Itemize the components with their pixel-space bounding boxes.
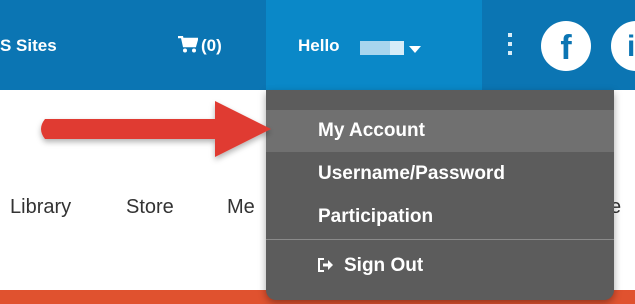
menu-item-my-account[interactable]: My Account bbox=[266, 110, 614, 152]
red-arrow-annotation bbox=[41, 101, 271, 157]
nav-item-me[interactable]: Me bbox=[227, 196, 255, 219]
menu-item-participation[interactable]: Participation bbox=[266, 196, 614, 238]
sign-out-icon bbox=[318, 258, 333, 272]
redacted-username bbox=[360, 41, 404, 55]
menu-divider bbox=[266, 239, 614, 240]
menu-item-username-password[interactable]: Username/Password bbox=[266, 153, 614, 195]
nav-item-store[interactable]: Store bbox=[126, 196, 174, 219]
kebab-menu-icon[interactable] bbox=[508, 33, 512, 60]
nav-item-library[interactable]: Library bbox=[10, 196, 71, 219]
user-account-menu-toggle[interactable]: Hello bbox=[266, 0, 482, 90]
account-dropdown-menu: My Account Username/Password Participati… bbox=[266, 90, 614, 300]
facebook-icon[interactable]: f bbox=[541, 21, 591, 71]
sign-out-label: Sign Out bbox=[344, 255, 424, 276]
cart-link[interactable]: (0) bbox=[178, 36, 222, 56]
cart-icon bbox=[178, 36, 198, 53]
cart-count: (0) bbox=[201, 36, 222, 55]
menu-item-sign-out[interactable]: Sign Out bbox=[266, 245, 614, 287]
chevron-down-icon bbox=[409, 46, 421, 53]
sites-link[interactable]: S Sites bbox=[0, 36, 57, 56]
top-navigation-bar: S Sites (0) Hello f in bbox=[0, 0, 635, 90]
greeting-text: Hello bbox=[298, 36, 340, 55]
linkedin-icon[interactable]: in bbox=[611, 21, 635, 71]
